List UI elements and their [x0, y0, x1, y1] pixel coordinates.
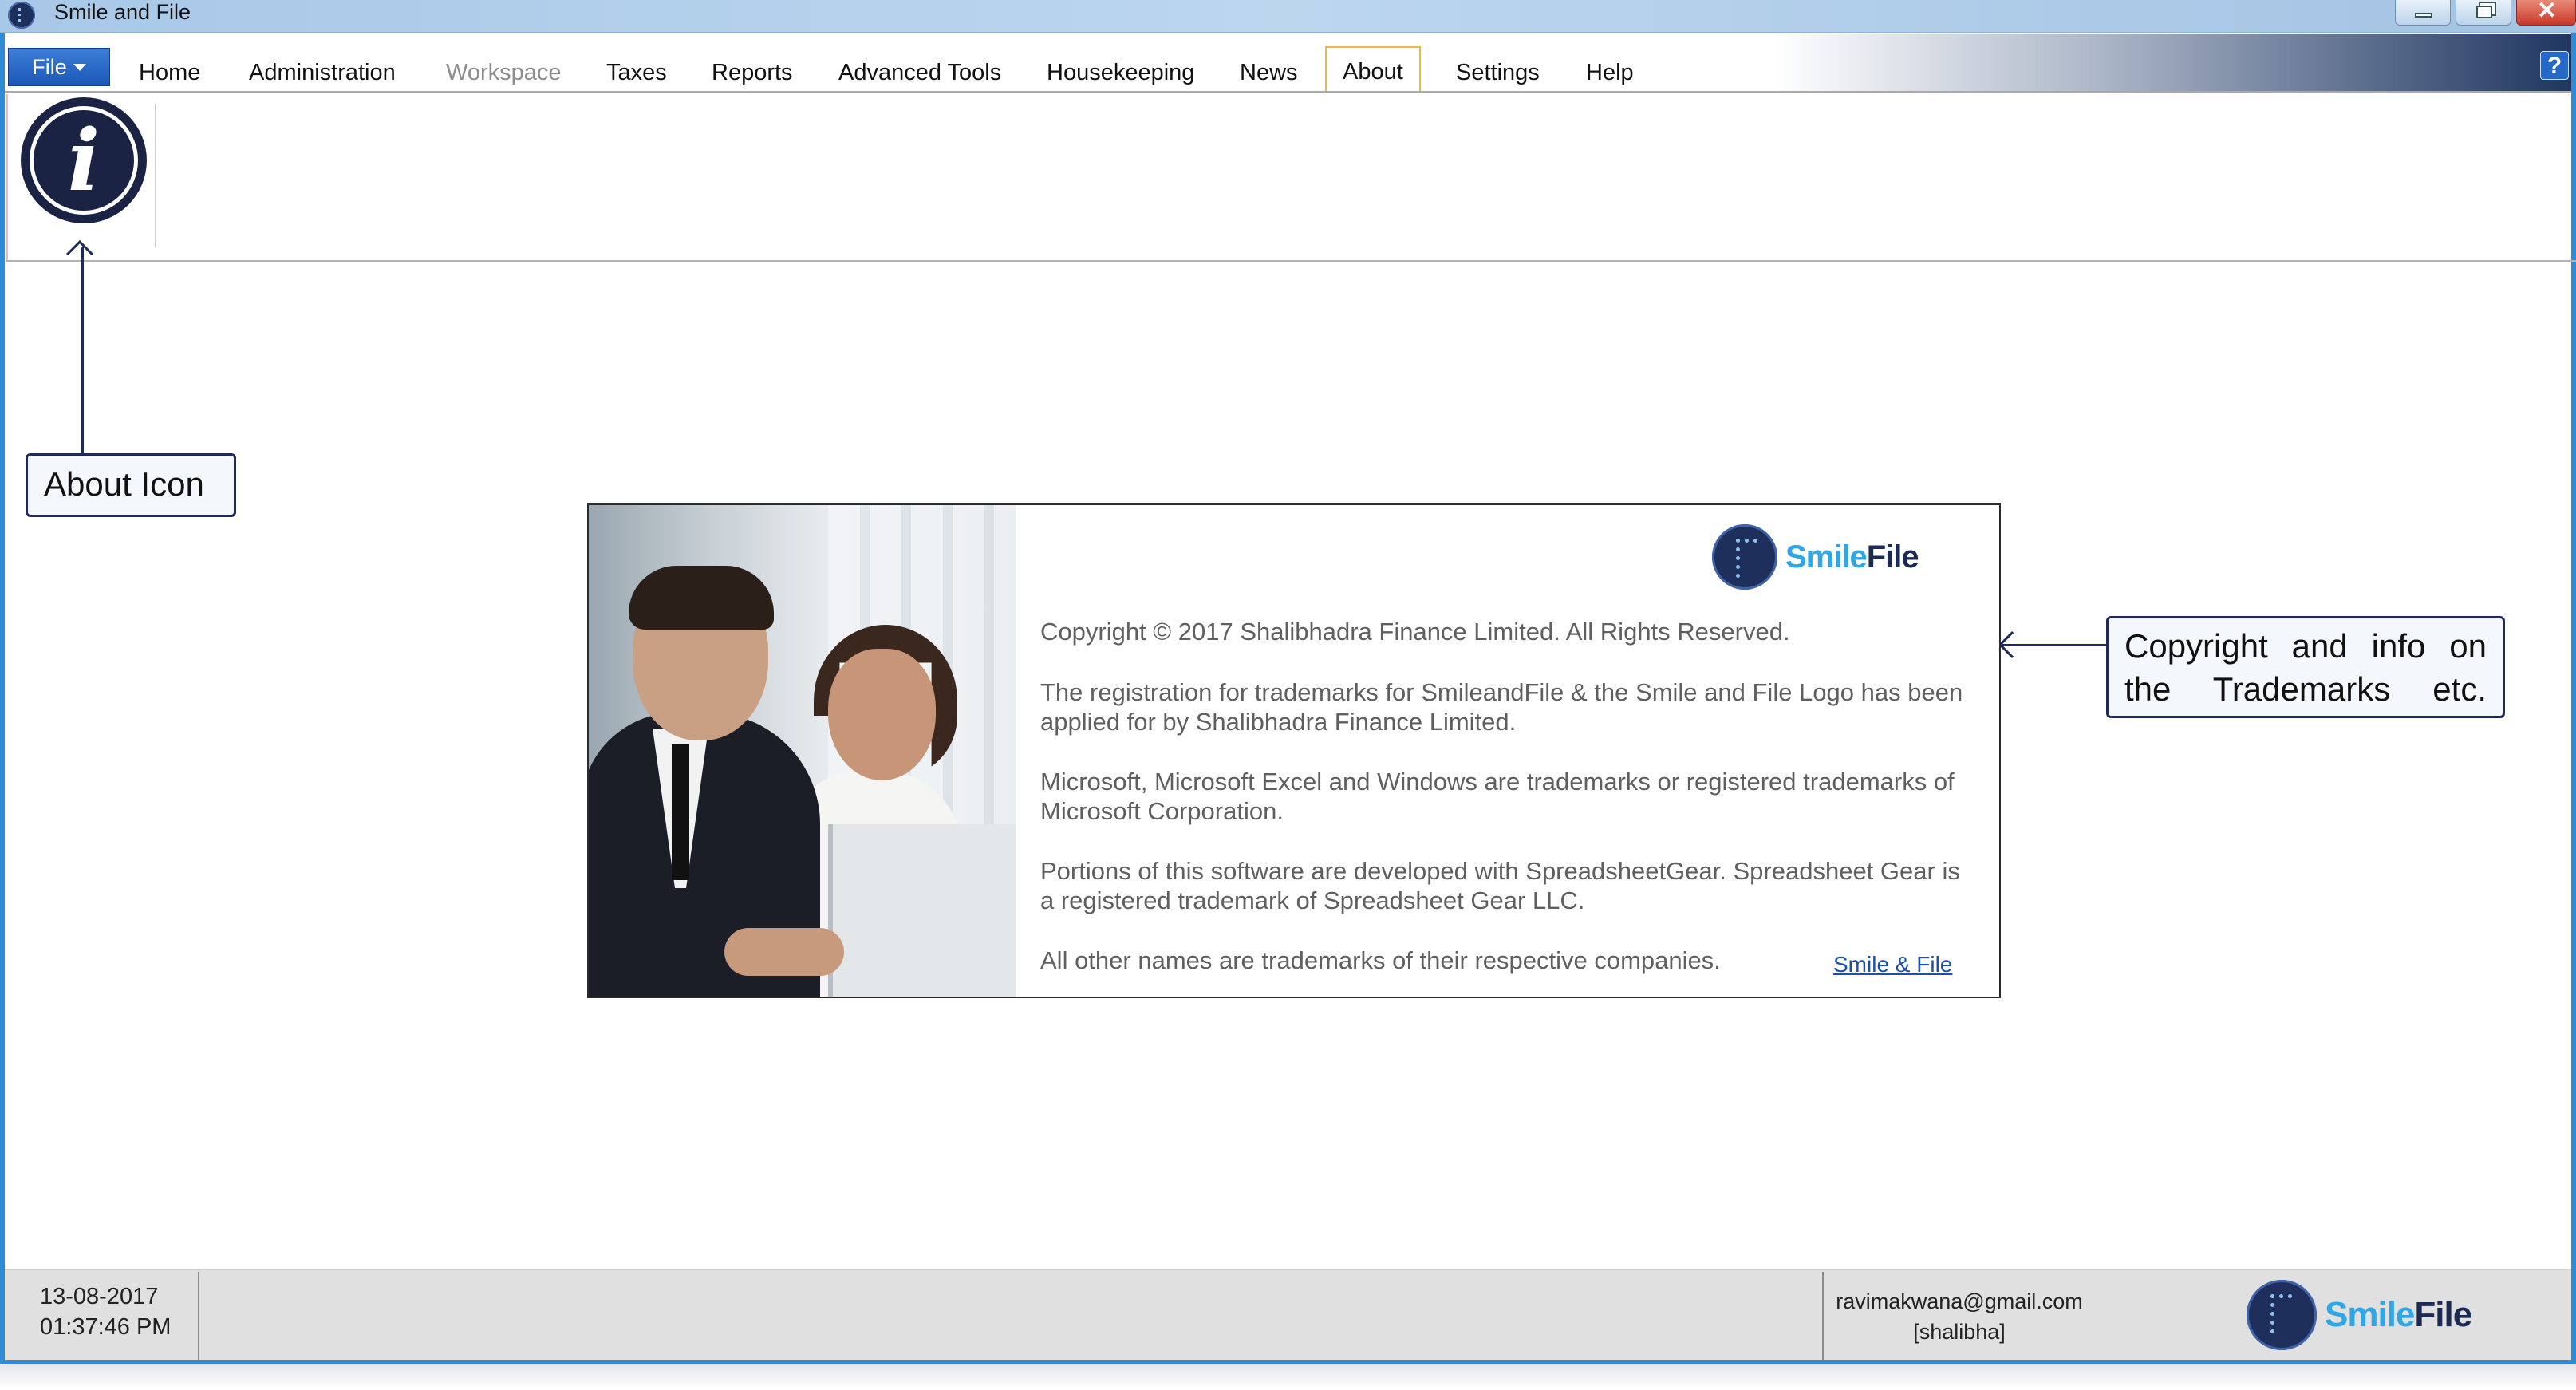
- close-icon: ✕: [2536, 0, 2558, 24]
- status-user-info: ravimakwana@gmail.com [shalibha]: [1832, 1286, 2087, 1347]
- title-bar[interactable]: [0, 0, 2576, 33]
- status-divider: [1822, 1272, 1824, 1360]
- tab-reports[interactable]: Reports: [712, 49, 793, 91]
- status-bar: [5, 1269, 2571, 1360]
- trademark-registration-text: The registration for trademarks for Smil…: [1040, 678, 1963, 736]
- user-email: ravimakwana@gmail.com: [1836, 1289, 2083, 1313]
- tab-news[interactable]: News: [1240, 49, 1298, 91]
- tab-workspace[interactable]: Workspace: [446, 49, 562, 91]
- tab-advanced-tools[interactable]: Advanced Tools: [838, 49, 1001, 91]
- status-time: 01:37:46 PM: [40, 1314, 172, 1340]
- minimize-button[interactable]: [2395, 0, 2451, 26]
- smile-and-file-logo-icon: [1712, 524, 1777, 590]
- annotation-arrow-line: [81, 247, 84, 453]
- file-menu-label: File: [32, 54, 67, 79]
- app-logo-icon: [8, 2, 35, 29]
- about-panel: SmileFile Copyright © 2017 Shalibhadra F…: [587, 503, 2001, 998]
- file-menu-button[interactable]: File: [8, 48, 110, 86]
- smile-and-file-link[interactable]: Smile & File: [1833, 952, 1952, 977]
- brand-wordmark: SmileFile: [1785, 539, 1919, 575]
- tab-taxes[interactable]: Taxes: [606, 49, 667, 91]
- user-name: [shalibha]: [1913, 1320, 2006, 1344]
- status-divider: [198, 1272, 199, 1360]
- about-button[interactable]: i: [21, 97, 147, 223]
- window-shadow: [0, 1364, 2576, 1390]
- about-icon-callout: About Icon: [26, 453, 236, 517]
- business-people-photo: [589, 505, 1016, 997]
- ribbon-left-border: [6, 94, 8, 262]
- restore-button[interactable]: [2456, 0, 2511, 26]
- tab-settings[interactable]: Settings: [1456, 49, 1540, 91]
- status-datetime: 13-08-2017 01:37:46 PM: [40, 1281, 171, 1342]
- help-icon[interactable]: ?: [2540, 51, 2569, 80]
- smile-and-file-logo-icon: [2247, 1280, 2317, 1350]
- copyright-text: Copyright © 2017 Shalibhadra Finance Lim…: [1040, 618, 1790, 646]
- ribbon-divider: [6, 260, 2576, 262]
- status-date: 13-08-2017: [40, 1284, 159, 1309]
- tab-help[interactable]: Help: [1586, 49, 1634, 91]
- brand-wordmark: SmileFile: [2325, 1295, 2472, 1334]
- tab-administration[interactable]: Administration: [249, 49, 396, 91]
- microsoft-trademark-text: Microsoft, Microsoft Excel and Windows a…: [1040, 768, 1955, 825]
- info-icon: i: [30, 106, 138, 215]
- tab-home[interactable]: Home: [139, 49, 200, 91]
- tab-housekeeping[interactable]: Housekeeping: [1047, 49, 1194, 91]
- copyright-callout: Copyright and info on the Trademarks etc…: [2106, 616, 2505, 718]
- spreadsheetgear-text: Portions of this software are developed …: [1040, 857, 1960, 914]
- tab-about[interactable]: About: [1325, 46, 1421, 91]
- status-brand-logo: SmileFile: [2247, 1280, 2472, 1350]
- other-names-text: All other names are trademarks of their …: [1040, 946, 1721, 974]
- chevron-down-icon: [73, 63, 86, 71]
- close-button[interactable]: ✕: [2516, 0, 2576, 26]
- ribbon-group-separator: [155, 104, 156, 247]
- menu-bar-divider: [5, 91, 2571, 93]
- brand-logo: SmileFile: [1712, 524, 1919, 590]
- window-title: Smile and File: [54, 0, 191, 24]
